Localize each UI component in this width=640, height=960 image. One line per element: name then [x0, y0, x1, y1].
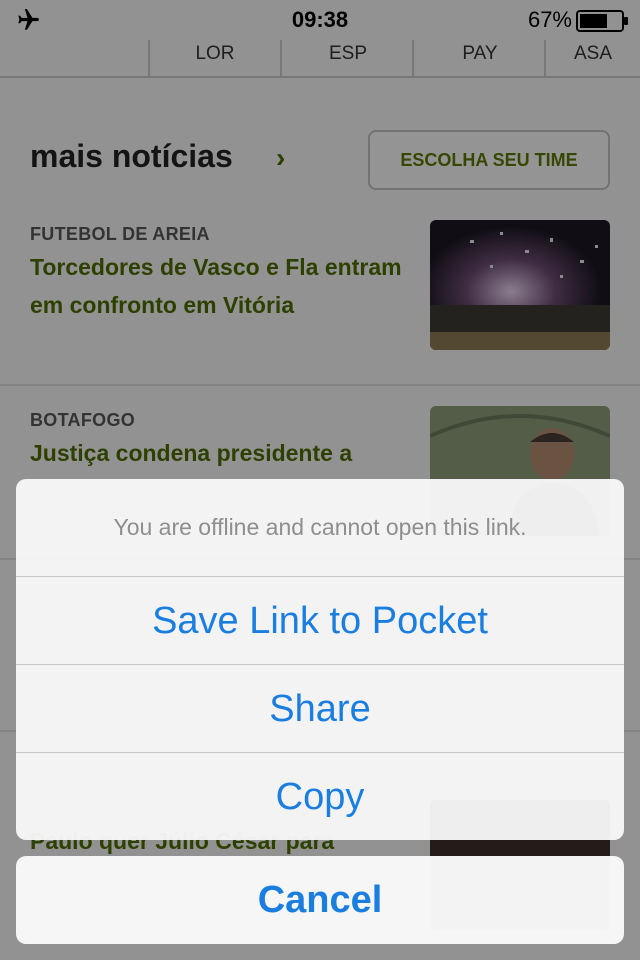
- cancel-button[interactable]: Cancel: [16, 856, 624, 944]
- action-sheet-message: You are offline and cannot open this lin…: [113, 514, 527, 540]
- action-sheet: You are offline and cannot open this lin…: [16, 479, 624, 840]
- save-link-to-pocket-button[interactable]: Save Link to Pocket: [16, 576, 624, 664]
- share-button[interactable]: Share: [16, 664, 624, 752]
- copy-button[interactable]: Copy: [16, 752, 624, 840]
